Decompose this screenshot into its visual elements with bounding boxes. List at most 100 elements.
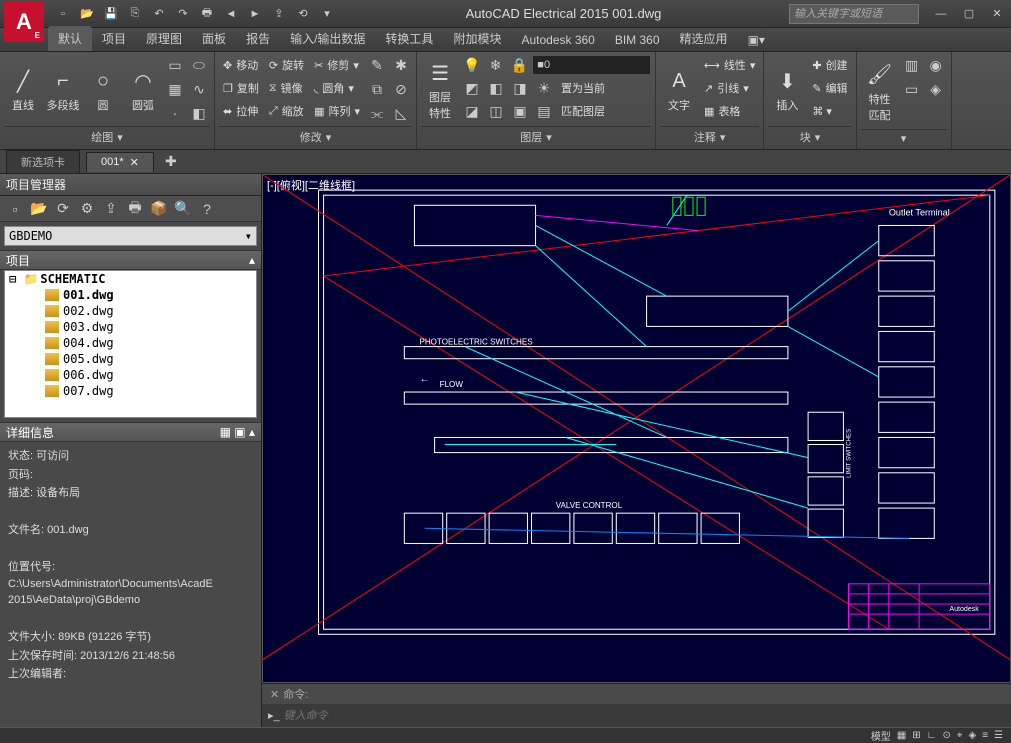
- ribbon-tab-convert[interactable]: 转换工具: [375, 26, 443, 51]
- rotate-button[interactable]: ⟳ 旋转: [265, 54, 308, 76]
- close-icon[interactable]: ✕: [983, 3, 1011, 25]
- section-project-header[interactable]: 项目▴: [0, 250, 261, 270]
- undo-icon[interactable]: ↶: [148, 3, 170, 25]
- make-current-button[interactable]: 置为当前: [557, 77, 609, 99]
- layer-on-icon[interactable]: ◨: [509, 77, 531, 99]
- publish-icon[interactable]: ⇪: [268, 3, 290, 25]
- text-button[interactable]: A文字: [660, 54, 698, 126]
- layer-a-icon[interactable]: ◪: [461, 100, 483, 122]
- mirror-button[interactable]: ⧖ 镜像: [265, 77, 308, 99]
- pm-plot-icon[interactable]: 🖶: [124, 198, 146, 220]
- redo-icon[interactable]: ↷: [172, 3, 194, 25]
- command-line[interactable]: ▸_: [262, 704, 1011, 727]
- qat-dropdown-icon[interactable]: ▾: [316, 3, 338, 25]
- pm-open-icon[interactable]: 📂: [28, 198, 50, 220]
- ribbon-tab-report[interactable]: 报告: [236, 26, 280, 51]
- match-props-button[interactable]: 🖌特性 匹配: [861, 54, 899, 129]
- pm-zip-icon[interactable]: 📦: [148, 198, 170, 220]
- offset-icon[interactable]: ⧉: [366, 78, 388, 100]
- ribbon-tab-io[interactable]: 输入/输出数据: [280, 26, 375, 51]
- region-icon[interactable]: ◧: [188, 102, 210, 124]
- status-3d-icon[interactable]: ◈: [968, 730, 976, 741]
- layer-c-icon[interactable]: ▣: [509, 100, 531, 122]
- layer-props-button[interactable]: ☰图层 特性: [421, 54, 459, 126]
- pm-wizard-icon[interactable]: ⚙: [76, 198, 98, 220]
- props-b-icon[interactable]: ◉: [925, 54, 947, 76]
- panel-title-draw[interactable]: 绘图 ▾: [4, 126, 210, 147]
- hatch-icon[interactable]: ▦: [164, 78, 186, 100]
- pm-new-icon[interactable]: ▫: [4, 198, 26, 220]
- panel-title-layer[interactable]: 图层 ▾: [421, 126, 651, 147]
- edit-block-button[interactable]: ✎ 编辑: [808, 77, 851, 99]
- polyline-button[interactable]: ⌐多段线: [44, 54, 82, 126]
- ribbon-tab-featured[interactable]: 精选应用: [670, 26, 738, 51]
- layer-thaw-icon[interactable]: ☀: [533, 77, 555, 99]
- pm-search-icon[interactable]: 🔍: [172, 198, 194, 220]
- panel-title-props[interactable]: ▾: [861, 129, 947, 147]
- open-icon[interactable]: 📂: [76, 3, 98, 25]
- tab-close-icon[interactable]: ✕: [130, 156, 139, 169]
- scale-button[interactable]: ⤢ 缩放: [265, 100, 308, 122]
- save-icon[interactable]: 💾: [100, 3, 122, 25]
- tree-file-004[interactable]: 004.dwg: [5, 335, 256, 351]
- line-button[interactable]: ╱直线: [4, 54, 42, 126]
- tree-folder[interactable]: ⊟ 📁 SCHEMATIC: [5, 271, 256, 287]
- fillet-button[interactable]: ◟ 圆角 ▾: [310, 77, 364, 99]
- status-snap-icon[interactable]: ⊞: [912, 730, 920, 741]
- new-icon[interactable]: ▫: [52, 3, 74, 25]
- panel-title-block[interactable]: 块 ▾: [768, 126, 851, 147]
- tab-add-icon[interactable]: ✚: [160, 151, 182, 173]
- arc-button[interactable]: ◠圆弧: [124, 54, 162, 126]
- move-button[interactable]: ✥ 移动: [219, 54, 263, 76]
- spline-icon[interactable]: ∿: [188, 78, 210, 100]
- tree-file-003[interactable]: 003.dwg: [5, 319, 256, 335]
- status-model[interactable]: 模型: [871, 728, 891, 743]
- ribbon-tab-addon[interactable]: 附加模块: [443, 26, 511, 51]
- layer-iso-icon[interactable]: ◩: [461, 77, 483, 99]
- prev-icon[interactable]: ◄: [220, 3, 242, 25]
- status-custom-icon[interactable]: ☰: [994, 730, 1003, 741]
- app-menu-icon[interactable]: A: [4, 2, 44, 42]
- stretch-button[interactable]: ⬌ 拉伸: [219, 100, 263, 122]
- lock-icon[interactable]: 🔒: [509, 54, 531, 76]
- layer-off-icon[interactable]: ◧: [485, 77, 507, 99]
- props-a-icon[interactable]: ▥: [901, 54, 923, 76]
- print-icon[interactable]: 🖶: [196, 3, 218, 25]
- status-ortho-icon[interactable]: ∟: [927, 730, 937, 741]
- panel-title-annotate[interactable]: 注释 ▾: [660, 126, 759, 147]
- drawing-canvas[interactable]: [-][俯视][二维线框]: [262, 174, 1011, 683]
- rewind-icon[interactable]: ⟲: [292, 3, 314, 25]
- match-layer-button[interactable]: 匹配图层: [557, 100, 609, 122]
- erase-icon[interactable]: ✎: [366, 54, 388, 76]
- tree-file-006[interactable]: 006.dwg: [5, 367, 256, 383]
- tree-file-002[interactable]: 002.dwg: [5, 303, 256, 319]
- close-cmd-icon[interactable]: ✕: [270, 688, 279, 701]
- ribbon-tab-a360[interactable]: Autodesk 360: [511, 29, 604, 51]
- leader-button[interactable]: ↗ 引线 ▾: [700, 77, 759, 99]
- project-tree[interactable]: ⊟ 📁 SCHEMATIC 001.dwg 002.dwg 003.dwg 00…: [4, 270, 257, 418]
- search-input[interactable]: 输入关键字或短语: [789, 4, 919, 24]
- tab-new[interactable]: 新选项卡: [6, 150, 80, 173]
- ribbon-tab-default[interactable]: 默认: [48, 26, 92, 51]
- ribbon-tab-panel[interactable]: 面板: [192, 26, 236, 51]
- join-icon[interactable]: ⫘: [366, 102, 388, 124]
- maximize-icon[interactable]: ▢: [955, 3, 983, 25]
- create-block-button[interactable]: ✚ 创建: [808, 54, 851, 76]
- status-polar-icon[interactable]: ⊙: [942, 730, 950, 741]
- status-lwt-icon[interactable]: ≡: [982, 730, 988, 741]
- next-icon[interactable]: ►: [244, 3, 266, 25]
- project-dropdown[interactable]: GBDEMO▾: [4, 226, 257, 246]
- edit-attr-button[interactable]: ⌘ ▾: [808, 100, 851, 122]
- section-details-header[interactable]: 详细信息▦ ▣ ▴: [0, 422, 261, 442]
- minimize-icon[interactable]: —: [927, 3, 955, 25]
- explode-icon[interactable]: ✱: [390, 54, 412, 76]
- trim-button[interactable]: ✂ 修剪 ▾: [310, 54, 364, 76]
- tree-file-007[interactable]: 007.dwg: [5, 383, 256, 399]
- pm-publish-icon[interactable]: ⇪: [100, 198, 122, 220]
- point-icon[interactable]: ∙: [164, 102, 186, 124]
- copy-button[interactable]: ❐ 复制: [219, 77, 263, 99]
- ribbon-tab-bim360[interactable]: BIM 360: [605, 29, 670, 51]
- array-button[interactable]: ▦ 阵列 ▾: [310, 100, 364, 122]
- command-input[interactable]: [284, 710, 1005, 722]
- layer-dropdown[interactable]: ■ 0: [532, 55, 651, 75]
